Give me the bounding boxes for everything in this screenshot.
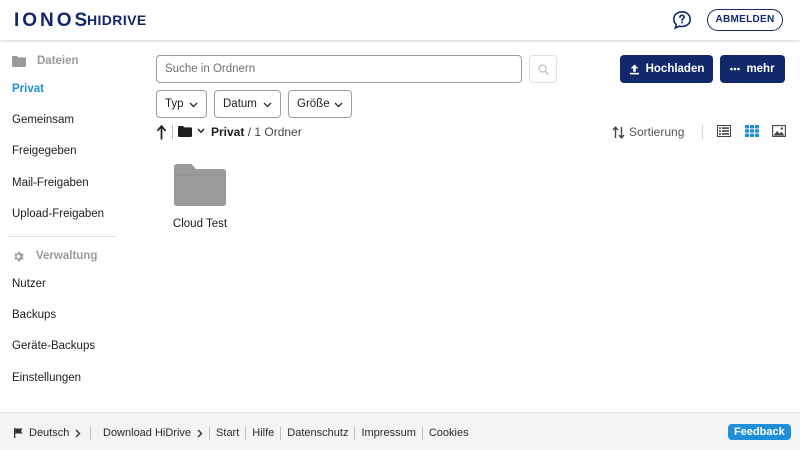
gear-icon bbox=[14, 251, 24, 261]
flag-icon bbox=[14, 428, 23, 438]
chevron-down-icon bbox=[263, 102, 272, 108]
search-input[interactable] bbox=[156, 55, 522, 83]
list-view-icon[interactable] bbox=[717, 125, 731, 137]
section-admin: Verwaltung bbox=[12, 248, 97, 264]
sidebar-item-backups[interactable]: Backups bbox=[12, 308, 56, 322]
language-selector[interactable]: Deutsch bbox=[14, 426, 87, 440]
footer-link-cookies[interactable]: Cookies bbox=[429, 427, 469, 439]
sidebar-item-upload-shares[interactable]: Upload-Freigaben bbox=[12, 207, 104, 221]
footer-link-download[interactable]: Download HiDrive bbox=[103, 427, 191, 439]
footer-separator bbox=[245, 426, 247, 440]
help-chat-icon[interactable] bbox=[672, 10, 692, 30]
search-button[interactable] bbox=[529, 55, 557, 83]
top-bar: IONOS HIDRIVE ABMELDEN bbox=[0, 0, 800, 40]
sidebar: Dateien Privat Gemeinsam Freigegeben Mai… bbox=[0, 40, 130, 412]
filter-type[interactable]: Typ bbox=[156, 90, 207, 118]
folder-icon bbox=[12, 55, 26, 67]
breadcrumb-separator bbox=[172, 125, 173, 139]
folder-name: Cloud Test bbox=[172, 218, 228, 230]
search-icon bbox=[537, 63, 549, 75]
ionos-logo[interactable]: IONOS bbox=[14, 11, 90, 30]
chevron-right-icon bbox=[75, 429, 81, 437]
sidebar-item-device-backups[interactable]: Geräte-Backups bbox=[12, 339, 95, 353]
sort-icon bbox=[612, 125, 625, 139]
footer-link-privacy[interactable]: Datenschutz bbox=[287, 427, 348, 439]
grid-view-icon[interactable] bbox=[745, 125, 759, 137]
footer-separator bbox=[421, 426, 423, 440]
sort-control[interactable]: Sortierung bbox=[612, 124, 684, 140]
view-separator bbox=[702, 125, 703, 139]
product-name: HIDRIVE bbox=[87, 12, 147, 28]
sidebar-item-released[interactable]: Freigegeben bbox=[12, 144, 77, 158]
filter-date-label: Datum bbox=[223, 98, 257, 110]
filter-type-label: Typ bbox=[165, 98, 184, 110]
more-button-label: mehr bbox=[746, 63, 775, 75]
filter-size-label: Größe bbox=[297, 98, 330, 110]
footer-separator bbox=[90, 426, 91, 440]
parent-folder-icon[interactable] bbox=[155, 124, 169, 140]
footer-separator bbox=[354, 426, 356, 440]
sidebar-item-mail-shares[interactable]: Mail-Freigaben bbox=[12, 176, 89, 190]
sidebar-divider bbox=[8, 236, 117, 237]
section-admin-label: Verwaltung bbox=[36, 250, 98, 262]
upload-icon bbox=[629, 63, 639, 74]
footer-link-help[interactable]: Hilfe bbox=[252, 427, 274, 439]
folder-item[interactable]: Cloud Test bbox=[164, 162, 236, 234]
folder-icon bbox=[174, 164, 226, 206]
chevron-right-icon bbox=[197, 429, 203, 437]
footer-link-imprint[interactable]: Impressum bbox=[361, 427, 415, 439]
breadcrumb-current: Privat bbox=[211, 125, 245, 139]
footer-separator bbox=[209, 426, 211, 440]
footer: Deutsch Download HiDrive Start Hilfe Dat… bbox=[0, 412, 800, 450]
filter-date[interactable]: Datum bbox=[214, 90, 281, 118]
filter-size[interactable]: Größe bbox=[288, 90, 352, 118]
sidebar-item-users[interactable]: Nutzer bbox=[12, 277, 46, 291]
sort-label: Sortierung bbox=[629, 125, 685, 139]
breadcrumb: Privat / 1 Ordner bbox=[211, 125, 302, 139]
more-button[interactable]: mehr bbox=[720, 55, 785, 83]
more-dots-icon bbox=[730, 67, 741, 71]
feedback-button[interactable]: Feedback bbox=[728, 424, 791, 440]
sidebar-item-settings[interactable]: Einstellungen bbox=[12, 371, 81, 385]
sidebar-item-shared[interactable]: Gemeinsam bbox=[12, 113, 74, 127]
footer-separator bbox=[280, 426, 282, 440]
logout-button[interactable]: ABMELDEN bbox=[707, 9, 783, 31]
chevron-down-icon bbox=[189, 102, 198, 108]
section-files-label: Dateien bbox=[37, 55, 79, 67]
upload-button-label: Hochladen bbox=[645, 63, 705, 75]
chevron-down-icon[interactable] bbox=[197, 128, 205, 134]
breadcrumb-count: / 1 Ordner bbox=[247, 125, 302, 139]
footer-link-start[interactable]: Start bbox=[216, 427, 239, 439]
sidebar-item-private[interactable]: Privat bbox=[12, 82, 44, 96]
upload-button[interactable]: Hochladen bbox=[620, 55, 713, 83]
chevron-down-icon bbox=[334, 102, 343, 108]
image-view-icon[interactable] bbox=[772, 125, 786, 137]
breadcrumb-folder-icon[interactable] bbox=[178, 126, 192, 137]
section-files: Dateien bbox=[12, 53, 79, 69]
footer-links: Download HiDrive Start Hilfe Datenschutz… bbox=[84, 426, 469, 440]
language-label: Deutsch bbox=[29, 427, 70, 439]
